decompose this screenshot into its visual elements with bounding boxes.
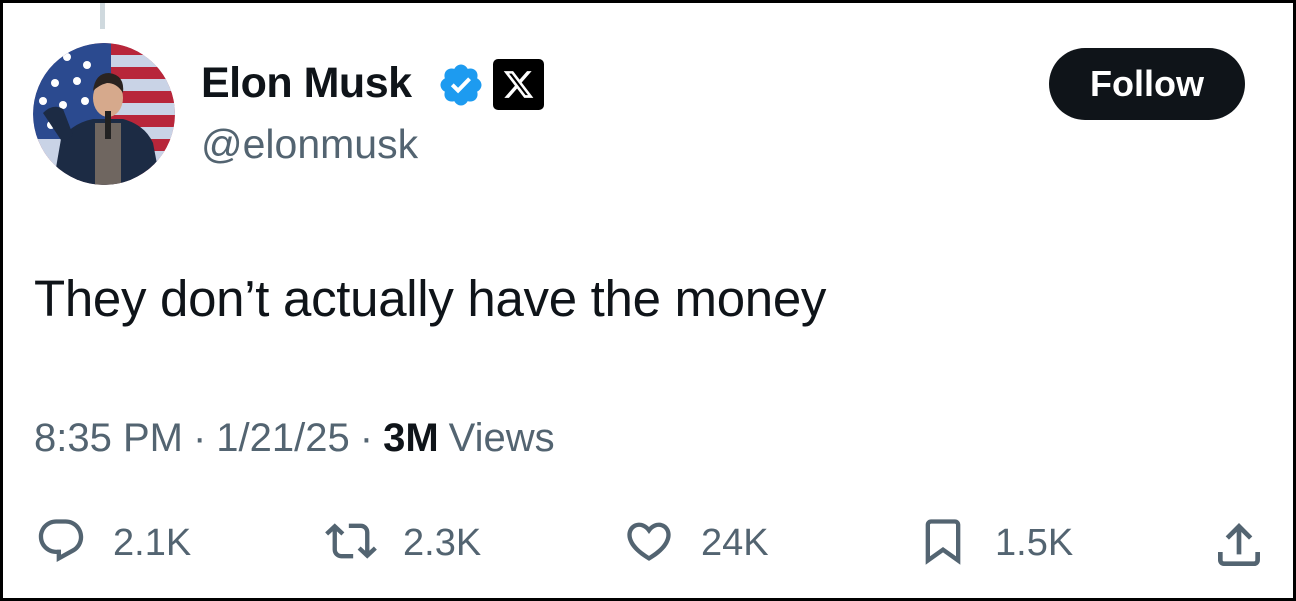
- views-count[interactable]: 3M: [383, 416, 439, 461]
- reply-count: 2.1K: [113, 521, 192, 564]
- separator-dot: ·: [359, 416, 374, 460]
- author-handle[interactable]: @elonmusk: [201, 121, 418, 168]
- author-display-name[interactable]: Elon Musk: [201, 59, 412, 108]
- heart-icon: [623, 515, 675, 572]
- follow-button[interactable]: Follow: [1049, 48, 1245, 120]
- repost-count: 2.3K: [403, 521, 482, 564]
- repost-icon: [325, 515, 377, 572]
- verified-badge-icon: [437, 61, 485, 109]
- x-logo-icon: [493, 59, 544, 110]
- views-label[interactable]: Views: [449, 416, 555, 461]
- like-count: 24K: [701, 521, 769, 564]
- bookmark-button[interactable]: 1.5K: [917, 513, 1073, 573]
- tweet-date[interactable]: 1/21/25: [216, 416, 349, 461]
- reply-button[interactable]: 2.1K: [35, 513, 191, 573]
- bookmark-icon: [917, 515, 969, 572]
- tweet-metadata: 8:35 PM · 1/21/25 · 3M Views: [34, 416, 555, 461]
- tweet-time[interactable]: 8:35 PM: [34, 416, 183, 461]
- share-icon: [1211, 523, 1267, 577]
- reply-icon: [35, 515, 87, 572]
- like-button[interactable]: 24K: [623, 513, 769, 573]
- thread-connector-line: [100, 3, 105, 29]
- separator-dot: ·: [192, 416, 207, 460]
- tweet-card: Elon Musk @elonmusk Follow They don’t ac…: [0, 0, 1296, 601]
- avatar-image: [33, 43, 175, 185]
- tweet-text: They don’t actually have the money: [34, 270, 827, 327]
- bookmark-count: 1.5K: [995, 521, 1074, 564]
- repost-button[interactable]: 2.3K: [325, 513, 481, 573]
- avatar[interactable]: [33, 43, 175, 185]
- share-button[interactable]: [1211, 517, 1267, 573]
